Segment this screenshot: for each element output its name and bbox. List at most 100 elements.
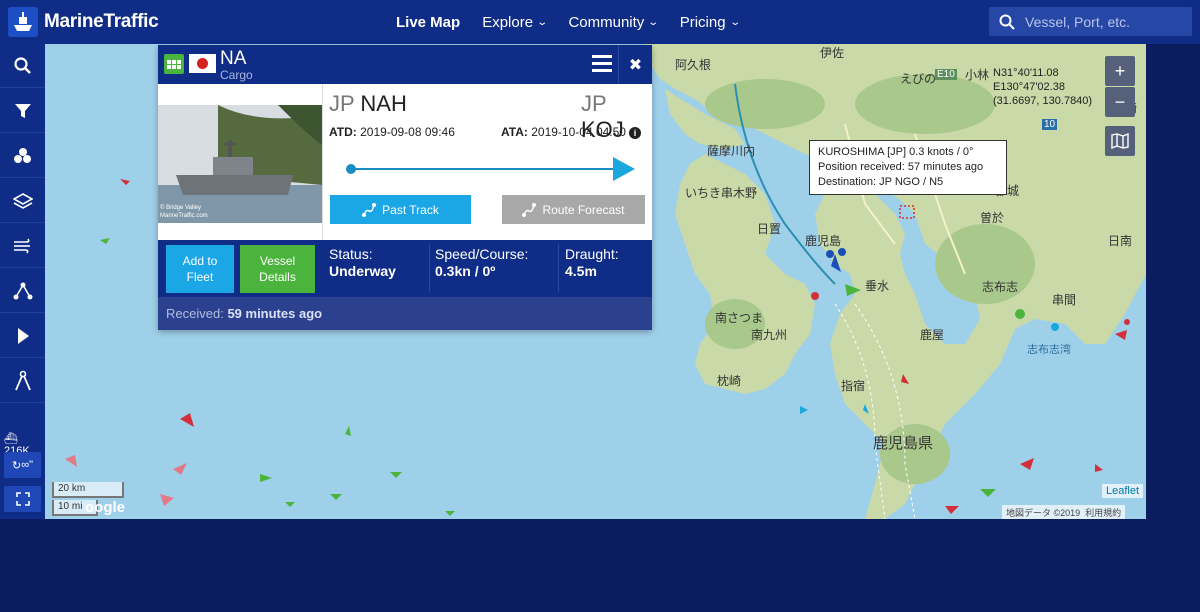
vessel-popup: NA Cargo ✖ © Bridge Valley MarineTraffic… (158, 45, 652, 330)
vessel-photo[interactable]: © Bridge Valley MarineTraffic.com (158, 105, 322, 223)
nav-live-map[interactable]: Live Map (396, 14, 460, 31)
coord-lat: N31°40'11.08 (993, 67, 1059, 79)
place-label: 南さつま (715, 311, 764, 325)
brand-name: MarineTraffic (44, 11, 159, 32)
sidebar-route-button[interactable] (0, 269, 45, 313)
terms-link[interactable]: 利用規約 (1085, 508, 1121, 518)
vessel-details-label-2: Details (259, 270, 296, 284)
origin-port-code: NAH (360, 91, 407, 116)
zoom-out-label: − (1114, 91, 1126, 112)
map-type-button[interactable] (1105, 126, 1135, 156)
tooltip-line: KUROSHIMA [JP] 0.3 knots / 0° (818, 146, 974, 158)
place-label: 鹿児島 (805, 234, 842, 248)
nav-community[interactable]: Community ⌄ (568, 13, 659, 31)
origin-port: JP NAH (329, 91, 407, 117)
vessel-arrow-icon (613, 157, 635, 181)
nav-pricing-label: Pricing (679, 13, 726, 31)
sidebar-measure-button[interactable] (0, 359, 45, 403)
sidebar-fleet-button[interactable] (0, 134, 45, 178)
search-icon (999, 14, 1015, 30)
route-icon (13, 282, 32, 299)
loop-label: ∞" (21, 459, 33, 471)
vessel-type: Cargo (220, 68, 253, 82)
sidebar-filter-button[interactable] (0, 89, 45, 133)
origin-dot (346, 164, 356, 174)
sidebar-play-button[interactable] (0, 314, 45, 358)
forecast-icon (522, 202, 537, 217)
cursor-coordinates: N31°40'11.08 E130°47'02.38 (31.6697, 130… (993, 66, 1092, 108)
atd-label: ATD: (329, 125, 357, 139)
nav-pricing[interactable]: Pricing ⌄ (679, 13, 741, 31)
place-label: 垂水 (865, 279, 890, 293)
vessel-details-label-1: Vessel (259, 254, 296, 268)
voyage-progress (346, 157, 635, 181)
search-input[interactable] (1025, 13, 1185, 30)
received-label: Received: (166, 306, 224, 321)
nav-community-label: Community (568, 13, 645, 31)
speed-stat: Speed/Course: 0.3kn / 0º (435, 246, 528, 280)
info-icon[interactable]: i (628, 127, 641, 139)
draught-stat: Draught: 4.5m (565, 246, 619, 280)
coord-decimal: (31.6697, 130.7840) (993, 95, 1093, 107)
place-label: 鹿屋 (920, 328, 945, 342)
nav-explore-label: Explore (482, 13, 534, 31)
sidebar-weather-button[interactable] (0, 224, 45, 268)
sidebar-layers-button[interactable] (0, 179, 45, 223)
route-forecast-label: Route Forecast (542, 202, 625, 217)
status-value: Underway (329, 263, 396, 279)
tooltip-line: Position received: 57 minutes ago (818, 161, 984, 173)
ship-count-icon: ⛴ (4, 433, 18, 445)
road-label: E10 (935, 69, 957, 80)
attribution-data: 地図データ ©2019 (1006, 508, 1081, 518)
dest-country: JP (581, 91, 607, 116)
marinetraffic-logo[interactable]: MarineTraffic (8, 6, 159, 38)
past-track-button[interactable]: Past Track (330, 195, 471, 224)
zoom-out-button[interactable]: − (1105, 87, 1135, 117)
place-label: 薩摩川内 (707, 144, 756, 158)
search-box[interactable] (989, 7, 1192, 36)
origin-country: JP (329, 91, 355, 116)
sidebar-search-button[interactable] (0, 44, 45, 88)
received-footer: Received: 59 minutes ago (158, 297, 652, 330)
zoom-in-button[interactable]: + (1105, 56, 1135, 86)
place-label: 伊佐 (820, 46, 845, 60)
cargo-type-icon (164, 54, 184, 74)
place-label: 小林 (965, 68, 990, 82)
fleet-icon (13, 147, 31, 163)
japan-flag-icon (189, 54, 216, 73)
ata-label: ATA: (501, 125, 528, 139)
add-to-fleet-button[interactable]: Add to Fleet (166, 245, 234, 293)
vessel-stats-bar: Add to Fleet Vessel Details Status: Underwa… (158, 240, 652, 297)
popup-close-button[interactable]: ✖ (618, 45, 652, 84)
place-label: いちき串木野 (685, 186, 758, 200)
popup-menu-button[interactable] (588, 51, 616, 77)
play-icon (17, 327, 29, 344)
loop-toggle-button[interactable]: ↻ ∞" (4, 452, 41, 478)
measure-icon (14, 370, 31, 390)
map-icon (1111, 133, 1129, 149)
nav-explore[interactable]: Explore ⌄ (482, 13, 548, 31)
draught-label: Draught: (565, 246, 619, 262)
place-label: 日置 (757, 222, 782, 236)
map-attribution: 地図データ ©2019 利用規約 (1002, 505, 1126, 519)
loop-icon: ↻ (12, 459, 22, 472)
draught-value: 4.5m (565, 263, 597, 279)
place-label: 枕崎 (717, 374, 742, 388)
layers-icon (12, 192, 33, 209)
place-label: えびの (900, 72, 937, 86)
ata-time: ATA: 2019-10-04 04:50 i (501, 125, 641, 139)
place-label: 南九州 (751, 328, 788, 342)
expand-icon (15, 492, 30, 506)
vessel-details-button[interactable]: Vessel Details (240, 245, 315, 293)
vessel-name: NA (220, 48, 247, 69)
route-forecast-button[interactable]: Route Forecast (502, 195, 645, 224)
vessel-popup-header: NA Cargo ✖ (158, 45, 652, 84)
fullscreen-button[interactable] (4, 486, 41, 512)
place-label: 日南 (1108, 234, 1133, 248)
status-label: Status: (329, 246, 373, 262)
search-icon (13, 56, 31, 74)
ata-value: 2019-10-04 04:50 (531, 125, 626, 139)
speed-label: Speed/Course: (435, 246, 529, 262)
place-label: 志布志湾 (1027, 344, 1071, 356)
leaflet-link[interactable]: Leaflet (1102, 484, 1144, 498)
